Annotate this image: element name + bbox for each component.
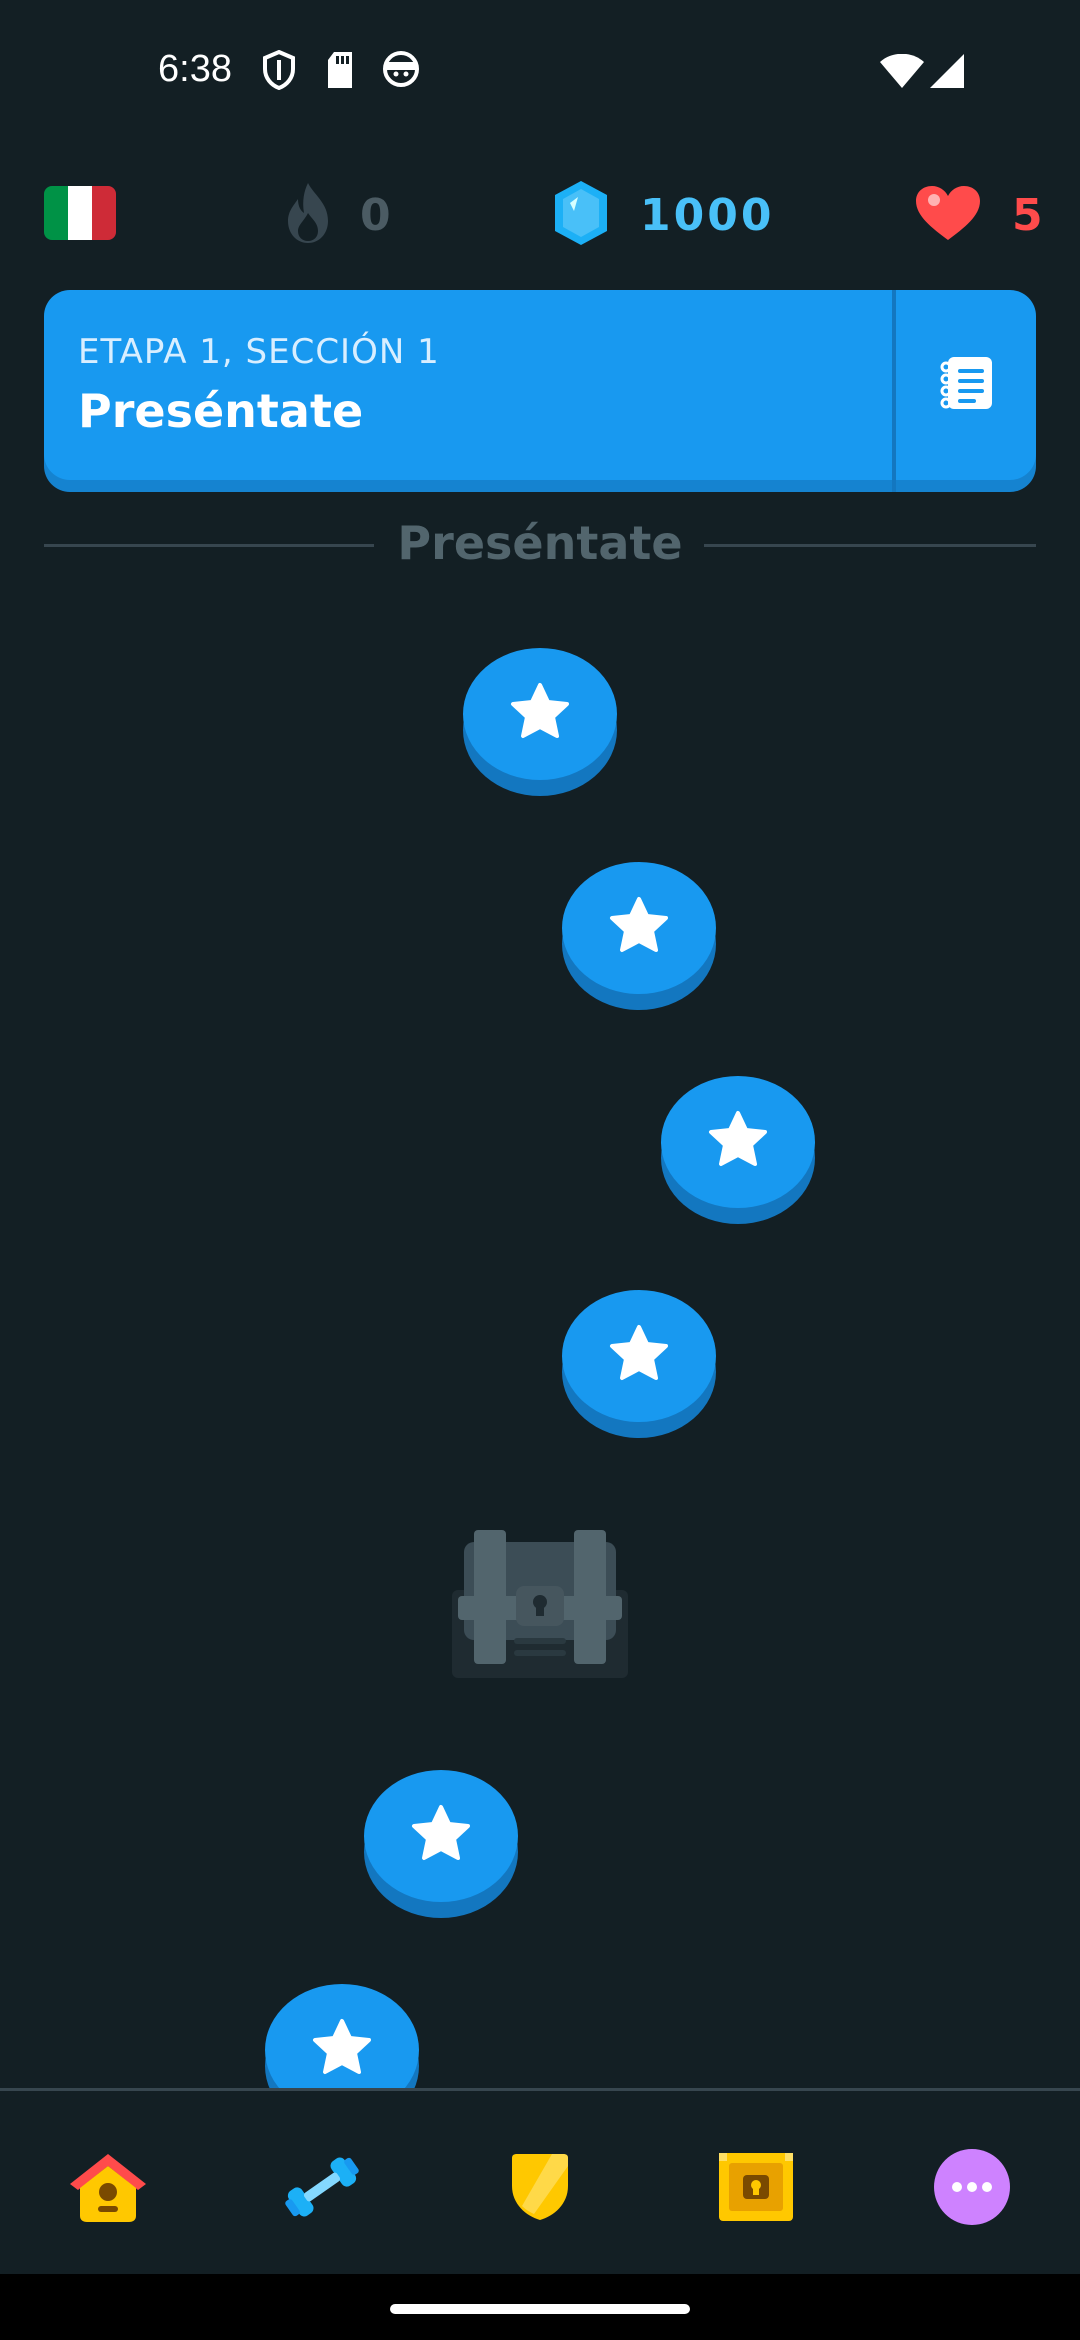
nav-home[interactable] xyxy=(58,2139,158,2239)
star-icon xyxy=(410,1804,472,1868)
unit-subtitle: ETAPA 1, SECCIÓN 1 xyxy=(78,332,440,372)
lesson-node[interactable] xyxy=(661,1076,815,1208)
star-icon xyxy=(311,2018,373,2082)
gems-value: 1000 xyxy=(640,189,775,241)
wifi-icon xyxy=(880,53,924,92)
status-time: 6:38 xyxy=(158,48,232,90)
face-icon xyxy=(382,50,420,92)
status-bar: 6:38 xyxy=(0,0,1080,140)
treasure-chest-icon xyxy=(717,2151,795,2227)
shield-badge-icon xyxy=(508,2152,572,2226)
home-gesture-bar[interactable] xyxy=(390,2304,690,2314)
locked-chest[interactable] xyxy=(450,1528,630,1680)
nav-leagues[interactable] xyxy=(490,2139,590,2239)
course-selector[interactable] xyxy=(44,170,116,260)
star-icon xyxy=(707,1110,769,1174)
italy-flag-icon xyxy=(44,186,116,244)
bottom-nav xyxy=(0,2088,1080,2277)
heart-icon xyxy=(914,184,982,246)
gems-counter[interactable]: 1000 xyxy=(552,170,774,260)
notebook-icon xyxy=(936,353,996,417)
shield-icon xyxy=(262,49,296,94)
fire-icon xyxy=(280,181,336,249)
gem-icon xyxy=(552,179,610,251)
lesson-node[interactable] xyxy=(364,1770,518,1902)
unit-title: Preséntate xyxy=(78,384,364,438)
sd-card-icon xyxy=(326,52,354,92)
section-divider: Preséntate xyxy=(44,510,1036,580)
hearts-counter[interactable]: 5 xyxy=(914,170,1046,260)
hearts-value: 5 xyxy=(1012,189,1046,241)
streak-counter[interactable]: 0 xyxy=(280,170,394,260)
lesson-node[interactable] xyxy=(562,1290,716,1422)
nav-practice[interactable] xyxy=(272,2139,372,2239)
dumbbell-icon xyxy=(282,2152,362,2226)
star-icon xyxy=(608,896,670,960)
gesture-area xyxy=(0,2274,1080,2340)
chest-icon xyxy=(450,1530,630,1684)
section-title: Preséntate xyxy=(397,516,683,570)
star-icon xyxy=(608,1324,670,1388)
lesson-node[interactable] xyxy=(562,862,716,994)
guidebook-button[interactable] xyxy=(896,290,1036,480)
star-icon xyxy=(509,682,571,746)
top-stats-bar: 0 1000 5 xyxy=(0,170,1080,260)
streak-value: 0 xyxy=(360,189,394,241)
nav-shop[interactable] xyxy=(706,2139,806,2239)
unit-banner[interactable]: ETAPA 1, SECCIÓN 1 Preséntate xyxy=(44,290,1036,492)
nav-more[interactable] xyxy=(922,2139,1022,2239)
signal-icon xyxy=(930,54,964,92)
lesson-node[interactable] xyxy=(463,648,617,780)
more-icon xyxy=(933,2148,1011,2230)
home-icon xyxy=(66,2150,150,2228)
